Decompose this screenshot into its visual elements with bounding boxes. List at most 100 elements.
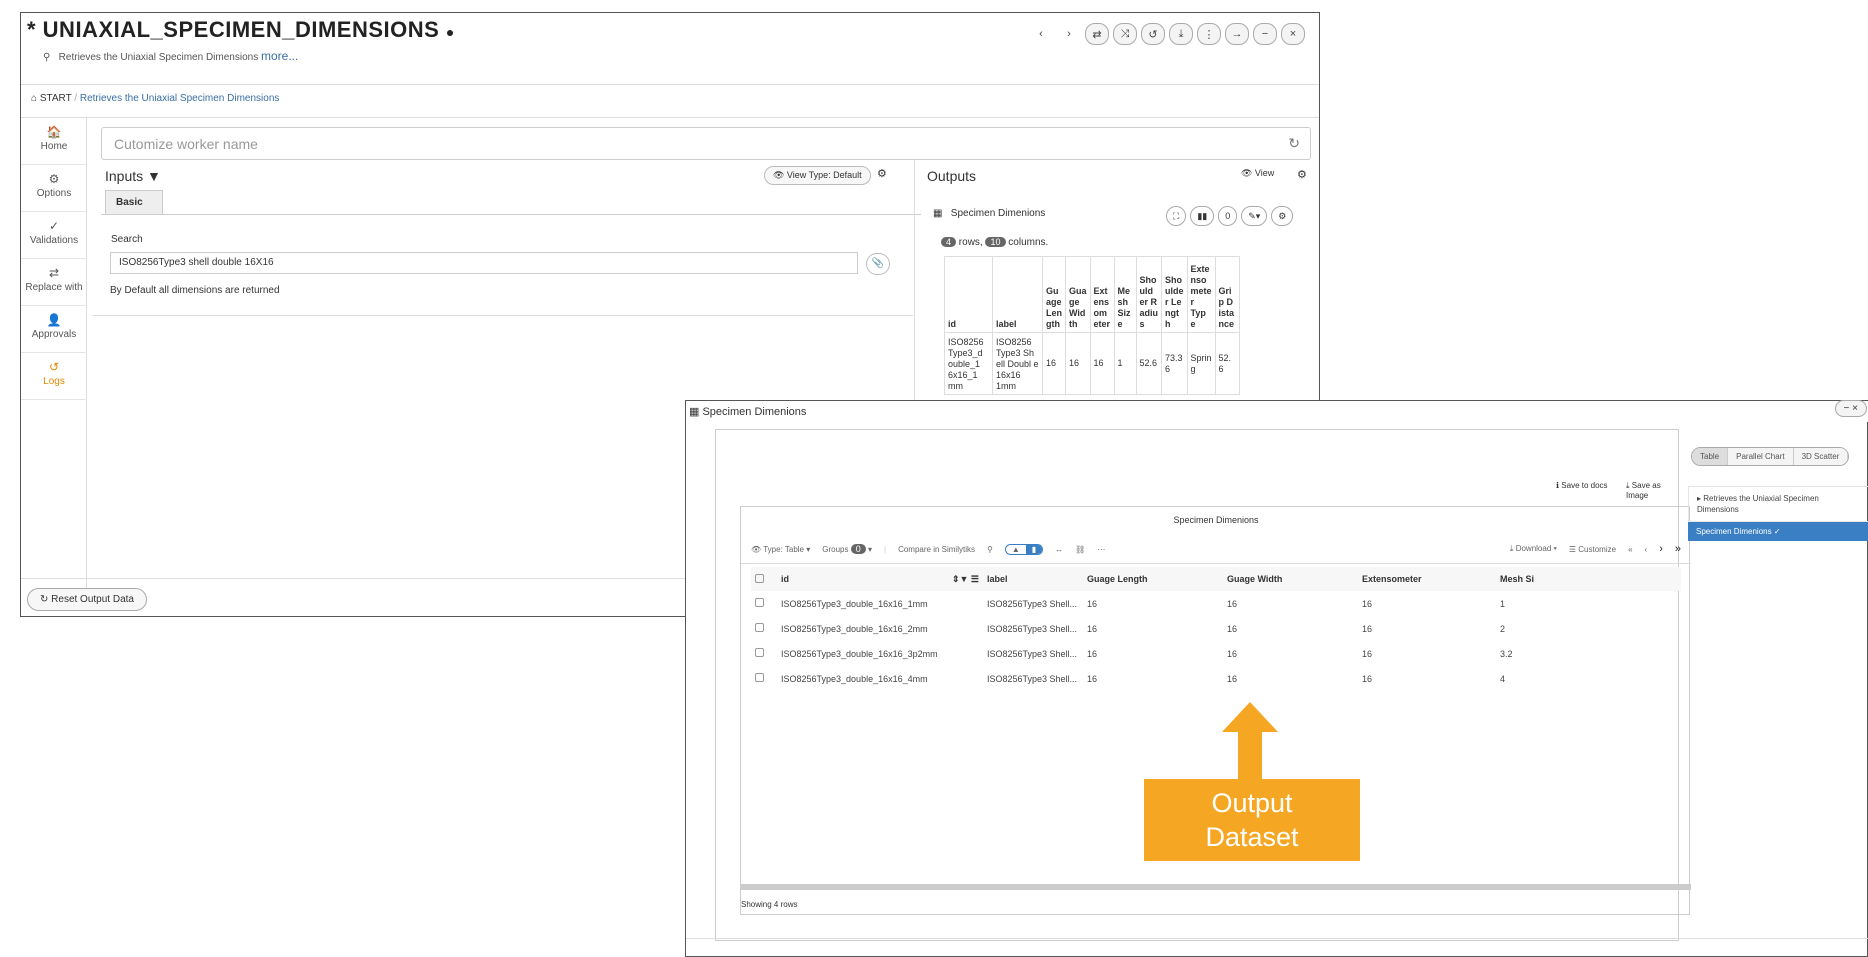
nav-item-parent[interactable]: ▸ Retrieves the Uniaxial Specimen Dimens…	[1688, 486, 1868, 522]
cell-guage-length: 16	[1087, 648, 1098, 659]
next-button[interactable]: ›	[1057, 23, 1081, 45]
tab-divider	[101, 214, 921, 215]
sidebar-item-home[interactable]: 🏠 Home	[21, 118, 87, 165]
type-dropdown[interactable]: 👁 Type: Table ▾	[751, 545, 810, 554]
checkbox[interactable]	[755, 673, 764, 682]
sidebar-item-validations[interactable]: ✓ Validations	[21, 212, 87, 259]
expand-icon[interactable]: ↔	[1055, 545, 1063, 554]
column-header-id[interactable]: id ⇕▼ ☰	[777, 567, 983, 591]
link-icon[interactable]: ⛓	[1075, 545, 1085, 554]
pager-first[interactable]: «	[1628, 545, 1632, 554]
sidebar-item-replace-with[interactable]: ⇄ Replace with	[21, 259, 87, 306]
view-toggle[interactable]: ▲ ▮	[1004, 543, 1044, 555]
reset-output-button[interactable]: ↻ Reset Output Data	[27, 588, 147, 611]
breadcrumb-current[interactable]: Retrieves the Uniaxial Specimen Dimensio…	[80, 93, 280, 104]
more-menu-button[interactable]: ⋮	[1197, 23, 1221, 45]
download-button[interactable]: ⤓	[1169, 23, 1193, 45]
sidebar-item-approvals[interactable]: 👤 Approvals	[21, 306, 87, 353]
minimize-button[interactable]: −	[1253, 23, 1277, 45]
undo-button[interactable]: ↺	[1141, 23, 1165, 45]
pager-next[interactable]: ›	[1659, 543, 1663, 555]
view-type-button[interactable]: 👁 View Type: Default	[764, 166, 871, 185]
table-icon: ▦	[689, 406, 700, 418]
row-count-footer: Showing 4 rows	[741, 900, 798, 909]
save-image-label: Save as Image	[1626, 481, 1661, 500]
table-row[interactable]: ISO8256Type3_double_16x16_1mm ISO8256Typ…	[751, 591, 1681, 616]
chart-button[interactable]: ▮▮	[1190, 206, 1215, 226]
column-header-guage-length[interactable]: Guage Length	[1083, 567, 1223, 591]
refresh-icon[interactable]: ↻	[1288, 135, 1300, 152]
info-icon[interactable]: ●	[446, 24, 455, 40]
count-badge[interactable]: 0	[1218, 206, 1238, 226]
close-button[interactable]: ×	[1281, 23, 1305, 45]
sidebar-item-logs[interactable]: ↺ Logs	[21, 353, 87, 400]
checkbox[interactable]	[755, 648, 764, 657]
attach-icon[interactable]: 📎	[866, 253, 890, 275]
table-cell: Sprin g	[1186, 332, 1216, 395]
worker-title-text: * UNIAXIAL_SPECIMEN_DIMENSIONS	[27, 17, 440, 42]
view-button[interactable]: 👁 View	[1241, 168, 1274, 179]
download-dropdown[interactable]: ⤓ Download ▾	[1510, 544, 1557, 554]
pager-prev[interactable]: ‹	[1645, 545, 1648, 554]
rows-info: 4 rows, 10 columns.	[941, 237, 1048, 248]
checkbox[interactable]	[755, 598, 764, 607]
settings-button[interactable]: ⚙	[1271, 206, 1294, 226]
column-header-label[interactable]: label	[983, 567, 1083, 591]
gear-icon[interactable]: ⚙	[877, 167, 887, 180]
more-link[interactable]: more...	[261, 49, 298, 63]
sidebar-label: Home	[40, 141, 68, 152]
checkbox[interactable]	[755, 573, 764, 583]
worker-title: * UNIAXIAL_SPECIMEN_DIMENSIONS ●	[27, 17, 455, 43]
run-button[interactable]: →	[1225, 23, 1249, 45]
table-header-row: id label Gu age Len gth Gua ge Wid th Ex…	[944, 256, 1240, 333]
column-header-extensometer[interactable]: Extensometer	[1358, 567, 1496, 591]
sort-filter-icon[interactable]: ⇕▼ ☰	[952, 574, 979, 585]
table-row[interactable]: ISO8256Type3_double_16x16_2mm ISO8256Typ…	[751, 616, 1681, 641]
column-header-mesh-size[interactable]: Mesh Si	[1496, 567, 1681, 591]
pager-last[interactable]: »	[1675, 543, 1681, 555]
gear-icon[interactable]: ⚙	[1297, 168, 1307, 181]
tab-parallel-chart[interactable]: Parallel Chart	[1728, 448, 1794, 465]
filter-icon[interactable]: ⚲	[987, 545, 993, 554]
cols-count-badge: 10	[985, 237, 1006, 247]
table-row[interactable]: ISO8256Type3_double_16x16_3p2mm ISO8256T…	[751, 641, 1681, 666]
swap-button[interactable]: ⇄	[1085, 23, 1109, 45]
column-header: Me sh Siz e	[1113, 256, 1137, 333]
save-as-image-button[interactable]: ⤓ Save as Image	[1626, 481, 1678, 500]
tab-3d-scatter[interactable]: 3D Scatter	[1793, 448, 1849, 465]
groups-dropdown[interactable]: Groups 0 ▾	[822, 544, 872, 554]
tab-basic[interactable]: Basic	[105, 190, 163, 214]
inputs-heading[interactable]: Inputs ▼	[105, 168, 161, 184]
chart-icon[interactable]: ▲	[1006, 545, 1026, 554]
column-header-guage-width[interactable]: Guage Width	[1223, 567, 1358, 591]
compare-button[interactable]: Compare in Similytiks	[898, 545, 975, 554]
shuffle-button[interactable]: ⤨	[1113, 23, 1137, 45]
tab-table[interactable]: Table	[1692, 448, 1729, 465]
save-to-docs-button[interactable]: ℹ Save to docs	[1556, 481, 1608, 490]
more-icon[interactable]: ⋯	[1097, 545, 1105, 554]
checkbox[interactable]	[755, 623, 764, 632]
nav-item-selected[interactable]: Specimen Dimenions ✓	[1688, 522, 1868, 541]
worker-name-input[interactable]: Cutomize worker name ↻	[101, 127, 1311, 160]
edit-dropdown-button[interactable]: ✎▾	[1241, 206, 1268, 226]
breadcrumb-start[interactable]: START	[40, 93, 72, 104]
row-checkbox[interactable]	[751, 666, 777, 691]
row-checkbox[interactable]	[751, 591, 777, 616]
dialog-window-controls[interactable]: − ×	[1834, 400, 1867, 417]
select-all-checkbox[interactable]	[751, 567, 777, 591]
row-checkbox[interactable]	[751, 641, 777, 666]
row-checkbox[interactable]	[751, 616, 777, 641]
table-row[interactable]: ISO8256Type3_double_16x16_4mm ISO8256Typ…	[751, 666, 1681, 691]
fullscreen-button[interactable]: ⛶	[1166, 206, 1187, 226]
prev-button[interactable]: ‹	[1029, 23, 1053, 45]
customize-button[interactable]: ☰ Customize	[1569, 545, 1616, 554]
table-icon: ▦	[933, 208, 943, 219]
search-input[interactable]: ISO8256Type3 shell double 16X16	[110, 252, 858, 274]
table-view-icon[interactable]: ▮	[1025, 544, 1043, 554]
sidebar-item-options[interactable]: ⚙ Options	[21, 165, 87, 212]
cell-guage-width: 16	[1227, 623, 1238, 634]
table-toolbar: 👁 Type: Table ▾ Groups 0 ▾ | Compare in …	[751, 541, 1681, 557]
cell-extensometer: 16	[1362, 598, 1373, 609]
cell-mesh-size: 4	[1500, 673, 1506, 684]
horizontal-scrollbar[interactable]	[741, 884, 1691, 890]
